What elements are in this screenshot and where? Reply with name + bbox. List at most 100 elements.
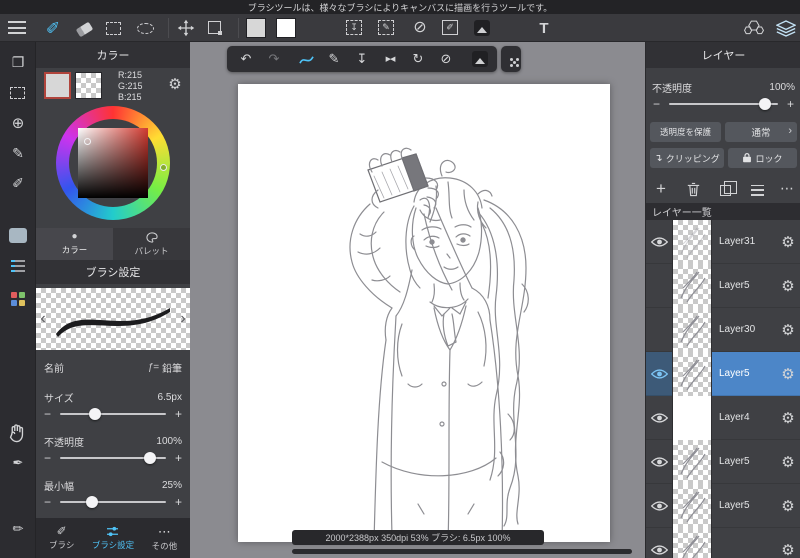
brush-tool-icon[interactable]: ✐ [42, 17, 64, 39]
layer-visibility-toggle[interactable] [646, 456, 672, 468]
size-slider-track[interactable] [60, 408, 166, 420]
layer-settings-gear[interactable]: ⚙ [775, 321, 800, 339]
minwidth-minus-button[interactable]: − [42, 496, 53, 508]
canvas[interactable] [238, 84, 610, 543]
move-tool-icon[interactable] [177, 19, 195, 37]
layer-thumbnail[interactable] [672, 483, 712, 528]
layer-settings-gear[interactable]: ⚙ [775, 453, 800, 471]
marker-panel-icon[interactable]: ✐ [9, 175, 27, 191]
horizontal-scrollbar[interactable] [292, 549, 632, 554]
layer-opacity-track[interactable] [669, 98, 778, 110]
background-color-swatch[interactable] [276, 18, 296, 38]
select-expand-icon[interactable]: ↧ [346, 20, 362, 35]
layer-thumbnail[interactable] [672, 307, 712, 352]
toolbar-drag-handle[interactable] [501, 46, 521, 72]
zoom-icon[interactable]: ⊕ [9, 115, 27, 131]
layer-menu-button[interactable] [746, 182, 768, 198]
select-pen-icon[interactable]: ✐ [442, 20, 458, 35]
move-selection-icon[interactable]: ✎ [378, 20, 394, 35]
opacity-slider-track[interactable] [60, 452, 166, 464]
protect-alpha-button[interactable]: 透明度を保護 [650, 122, 721, 142]
layer-row[interactable]: Layer5 ⚙ [646, 439, 800, 484]
add-layer-button[interactable]: + [650, 178, 672, 198]
rotate-reset-icon[interactable]: ↻ [407, 48, 429, 70]
layer-visibility-toggle[interactable] [646, 280, 672, 292]
layers-panel-icon[interactable] [776, 20, 796, 37]
layer-row[interactable]: Layer31 ⚙ [646, 220, 800, 264]
minwidth-slider-track[interactable] [60, 496, 166, 508]
stabilizer-icon[interactable] [295, 48, 317, 70]
lasso-select-icon[interactable] [137, 23, 154, 34]
tab-palette[interactable]: パレット [113, 228, 190, 260]
layer-visibility-toggle[interactable] [646, 500, 672, 512]
opacity-slider-knob[interactable] [144, 452, 157, 464]
saturation-cursor[interactable] [84, 138, 91, 145]
clipping-button[interactable]: ↴ クリッピング [650, 148, 724, 168]
layer-thumbnail[interactable] [672, 439, 712, 484]
undo-icon[interactable]: ↶ [235, 48, 257, 70]
opacity-minus-button[interactable]: − [42, 452, 53, 464]
layer-thumbnail[interactable] [672, 263, 712, 308]
hue-cursor[interactable] [160, 164, 167, 171]
minwidth-slider[interactable]: − + [42, 496, 184, 508]
size-minus-button[interactable]: − [42, 408, 53, 420]
layer-row[interactable]: Layer5 ⚙ [646, 263, 800, 308]
transform-tool-icon[interactable] [208, 21, 222, 35]
foreground-color-swatch[interactable] [246, 18, 266, 38]
material-panel-icon[interactable] [744, 20, 766, 37]
menu-icon[interactable] [8, 21, 26, 34]
brush-list-panel-icon[interactable] [11, 260, 25, 272]
opacity-slider[interactable]: − + [42, 452, 184, 464]
layer-settings-gear[interactable]: ⚙ [775, 409, 800, 427]
select-panel-icon[interactable] [10, 87, 25, 99]
color-panel-toggle-icon[interactable] [9, 228, 27, 243]
eyedropper-tool-icon[interactable]: ✎ [323, 48, 345, 70]
layer-settings-gear[interactable]: ⚙ [775, 497, 800, 515]
pen-panel-icon[interactable]: ✎ [9, 145, 27, 161]
size-plus-button[interactable]: + [173, 408, 184, 420]
material-icon[interactable] [469, 48, 491, 70]
layer-thumbnail[interactable] [672, 395, 712, 440]
minwidth-slider-knob[interactable] [85, 496, 98, 508]
layer-settings-gear[interactable]: ⚙ [775, 365, 800, 383]
layer-row[interactable]: Layer5 ⚙ [646, 483, 800, 528]
layer-opacity-minus[interactable]: − [651, 98, 662, 110]
pages-icon[interactable]: ❐ [9, 54, 27, 70]
next-brush-arrow[interactable]: › [177, 309, 189, 329]
select-eraser-icon[interactable] [474, 20, 490, 36]
opacity-plus-button[interactable]: + [173, 452, 184, 464]
layer-opacity-plus[interactable]: + [785, 98, 796, 110]
hand-tool-icon[interactable] [8, 424, 25, 443]
redo-icon[interactable]: ↷ [263, 48, 285, 70]
primary-color-swatch[interactable] [44, 72, 71, 99]
layer-thumbnail[interactable] [672, 220, 712, 264]
layer-opacity-slider[interactable]: − + [651, 98, 796, 110]
eyedropper-icon[interactable]: ✒ [9, 454, 27, 470]
layer-settings-gear[interactable]: ⚙ [775, 277, 800, 295]
layer-row[interactable]: Layer30 ⚙ [646, 307, 800, 352]
layer-row[interactable]: ⚙ [646, 527, 800, 558]
layer-row[interactable]: Layer4 ⚙ [646, 395, 800, 440]
layer-thumbnail[interactable] [672, 527, 712, 558]
layer-row[interactable]: Layer5 ⚙ [646, 351, 800, 396]
color-settings-gear-icon[interactable]: ⚙ [166, 75, 184, 93]
layer-visibility-toggle[interactable] [646, 544, 672, 556]
lock-button[interactable]: ロック [728, 148, 797, 168]
duplicate-layer-button[interactable] [714, 180, 737, 198]
text-tool-icon[interactable]: T [534, 18, 554, 38]
layer-settings-gear[interactable]: ⚙ [775, 541, 800, 558]
tab-brush-settings[interactable]: ブラシ設定 [87, 518, 138, 558]
blend-mode-button[interactable]: 通常 › [725, 122, 797, 142]
marquee-select-icon[interactable] [106, 22, 121, 35]
layer-visibility-toggle[interactable] [646, 412, 672, 424]
tab-others[interactable]: ⋯ その他 [139, 518, 190, 558]
layer-opacity-knob[interactable] [758, 98, 771, 110]
bucket-tool-icon[interactable]: ↧ [351, 48, 373, 70]
size-slider[interactable]: − + [42, 408, 184, 420]
more-options-button[interactable]: ⋯ [776, 178, 798, 198]
tab-brush[interactable]: ✐ ブラシ [36, 518, 87, 558]
flip-horizontal-icon[interactable]: ▶ ◀ [379, 48, 401, 70]
tab-color[interactable]: ● カラー [36, 228, 113, 260]
eraser-tool-icon[interactable] [74, 21, 94, 37]
secondary-color-swatch[interactable] [75, 72, 102, 99]
